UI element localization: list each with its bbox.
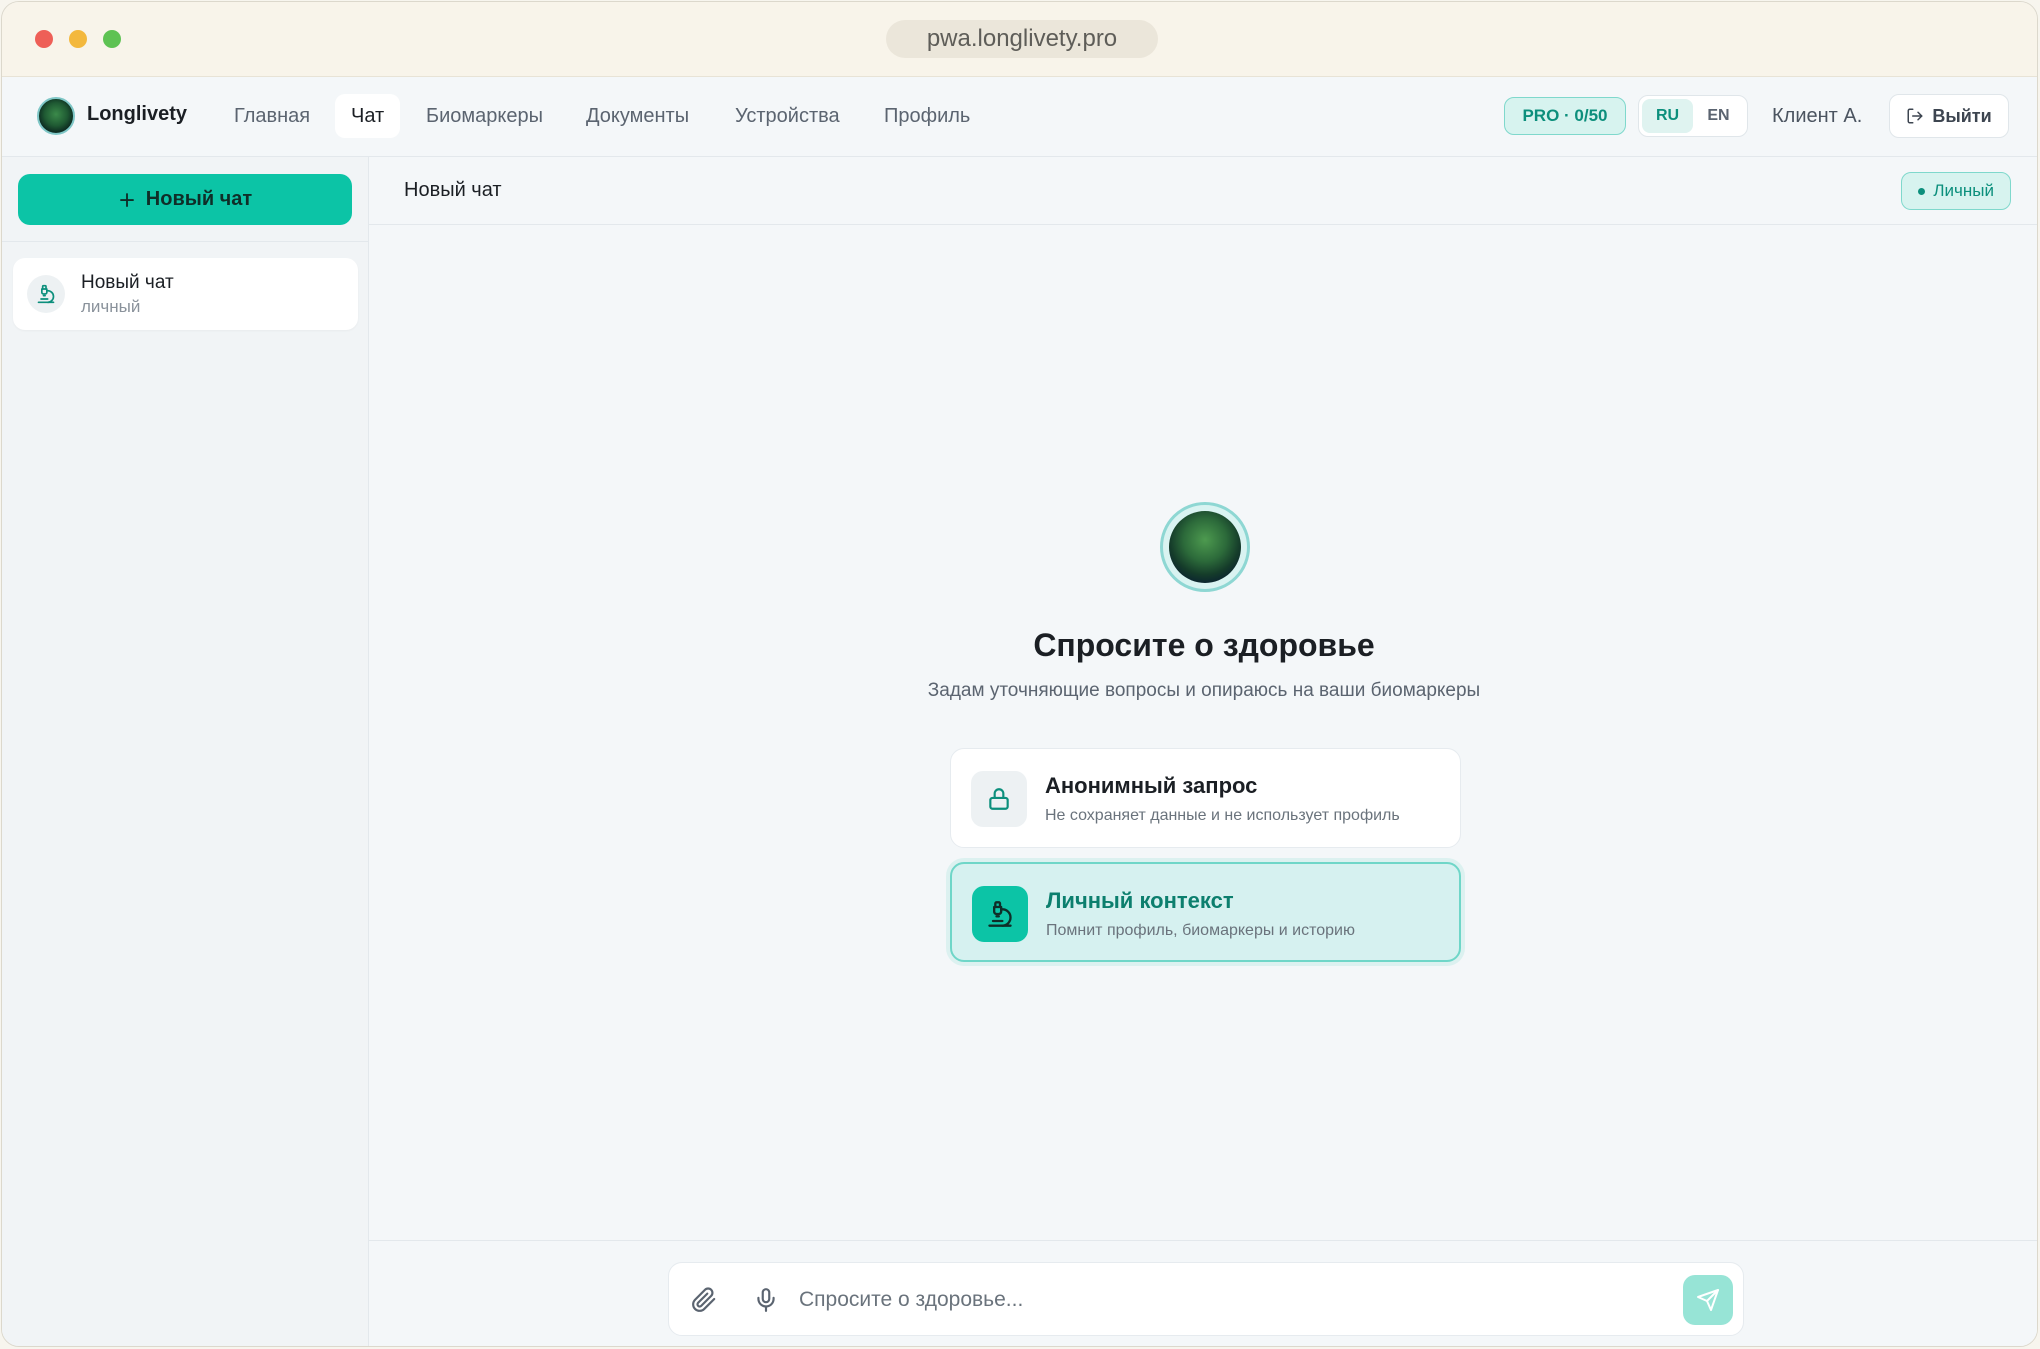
option-description: Помнит профиль, биомаркеры и историю <box>1046 922 1355 939</box>
language-en-button[interactable]: EN <box>1693 99 1744 133</box>
personal-context-option[interactable]: Личный контекст Помнит профиль, биомарке… <box>950 862 1461 962</box>
sidebar-divider <box>2 241 368 242</box>
chat-header: Новый чат Личный <box>369 157 2037 225</box>
paperclip-icon[interactable] <box>691 1287 717 1313</box>
plus-icon <box>119 192 134 207</box>
anonymous-mode-option[interactable]: Анонимный запрос Не сохраняет данные и н… <box>950 748 1461 848</box>
message-input[interactable] <box>799 1281 1599 1319</box>
nav-item-documents[interactable]: Документы <box>570 94 705 138</box>
mode-badge[interactable]: Личный <box>1901 172 2011 210</box>
address-bar[interactable]: pwa.longlivety.pro <box>886 20 1158 58</box>
nav-item-devices[interactable]: Устройства <box>719 94 856 138</box>
nav-item-chat[interactable]: Чат <box>335 94 401 138</box>
chat-list-item[interactable]: Новый чат личный <box>13 258 358 330</box>
message-composer <box>668 1262 1744 1336</box>
composer-area <box>369 1240 2037 1346</box>
logout-button[interactable]: Выйти <box>1889 94 2009 138</box>
language-ru-button[interactable]: RU <box>1642 99 1693 133</box>
microscope-icon <box>27 275 65 313</box>
chat-item-mode: личный <box>81 297 141 316</box>
logout-icon <box>1907 108 1923 124</box>
option-title: Анонимный запрос <box>1045 773 1258 798</box>
app-logo[interactable] <box>37 97 75 135</box>
empty-state-title: Спросите о здоровье <box>1033 627 1375 663</box>
title-bar: pwa.longlivety.pro <box>2 2 2037 77</box>
chat-item-title: Новый чат <box>81 272 174 293</box>
send-icon <box>1697 1289 1719 1311</box>
maximize-window-button[interactable] <box>103 30 121 48</box>
new-chat-label: Новый чат <box>145 188 253 210</box>
status-dot-icon <box>1918 187 1926 195</box>
nav-item-home[interactable]: Главная <box>218 94 326 138</box>
plan-badge: PRO · 0/50 <box>1504 97 1626 135</box>
browser-window: pwa.longlivety.pro Longlivety Главная Ча… <box>1 1 2038 1347</box>
logout-label: Выйти <box>1932 105 1992 126</box>
new-chat-button[interactable]: Новый чат <box>18 174 352 225</box>
nav-item-profile[interactable]: Профиль <box>868 94 986 138</box>
mode-badge-label: Личный <box>1933 181 1994 200</box>
language-switch: RU EN <box>1638 95 1748 137</box>
assistant-avatar <box>1160 502 1250 592</box>
app-name[interactable]: Longlivety <box>87 103 187 126</box>
microphone-icon[interactable] <box>753 1287 779 1313</box>
chat-main: Новый чат Личный Спросите о здоровье Зад… <box>369 157 2037 1346</box>
user-name[interactable]: Клиент А. <box>1772 105 1862 128</box>
nav-item-biomarkers[interactable]: Биомаркеры <box>410 94 559 138</box>
option-title: Личный контекст <box>1046 888 1234 913</box>
empty-state-subtitle: Задам уточняющие вопросы и опираюсь на в… <box>927 680 1481 701</box>
chat-sidebar: Новый чат Новый чат личный <box>2 157 369 1346</box>
option-description: Не сохраняет данные и не использует проф… <box>1045 807 1400 824</box>
close-window-button[interactable] <box>35 30 53 48</box>
top-navigation: Longlivety Главная Чат Биомаркеры Докуме… <box>2 77 2037 157</box>
send-button[interactable] <box>1683 1275 1733 1325</box>
chat-title: Новый чат <box>404 179 502 201</box>
lock-icon <box>971 771 1027 827</box>
microscope-icon <box>972 886 1028 942</box>
minimize-window-button[interactable] <box>69 30 87 48</box>
